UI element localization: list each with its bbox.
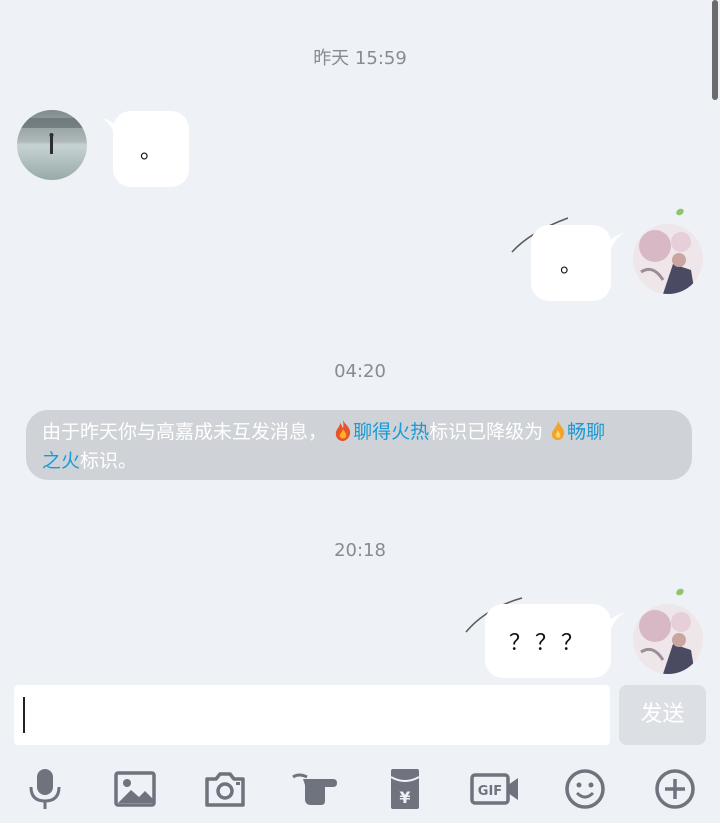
gif-icon[interactable]: GIF bbox=[469, 763, 521, 815]
microphone-icon[interactable] bbox=[19, 763, 71, 815]
contact-avatar[interactable] bbox=[17, 110, 87, 180]
emoji-icon[interactable] bbox=[559, 763, 611, 815]
flame-hot-icon bbox=[335, 420, 351, 441]
message-text: 。 bbox=[559, 253, 582, 278]
svg-text:¥: ¥ bbox=[399, 788, 410, 807]
notice-suffix: 标识。 bbox=[80, 450, 138, 472]
leaf-decoration bbox=[675, 587, 685, 597]
bubble-tail bbox=[604, 612, 626, 632]
flame-small-icon bbox=[551, 421, 565, 440]
timestamp: 昨天 15:59 bbox=[313, 48, 407, 69]
red-packet-icon[interactable]: ¥ bbox=[379, 763, 431, 815]
user-avatar[interactable] bbox=[633, 604, 703, 674]
camera-icon[interactable] bbox=[199, 763, 251, 815]
notice-middle: 标识已降级为 bbox=[429, 421, 544, 443]
poke-hand-icon[interactable] bbox=[289, 763, 341, 815]
message-bubble[interactable]: 。 bbox=[531, 225, 611, 301]
message-text: 。 bbox=[139, 139, 162, 164]
system-notice: 由于昨天你与高嘉成未互发消息， 聊得火热标识已降级为 畅聊之火标识。 bbox=[26, 410, 692, 480]
timestamp: 04:20 bbox=[334, 361, 386, 382]
message-text: ？？？ bbox=[508, 631, 587, 656]
notice-level-from: 聊得火热 bbox=[353, 421, 430, 443]
plus-icon[interactable] bbox=[649, 763, 701, 815]
message-bubble[interactable]: 。 bbox=[113, 111, 189, 187]
leaf-decoration bbox=[675, 207, 685, 217]
notice-level-to: 畅聊 bbox=[567, 421, 606, 443]
image-icon[interactable] bbox=[109, 763, 161, 815]
timestamp: 20:18 bbox=[334, 540, 386, 561]
notice-level-to-cont: 之火 bbox=[42, 450, 81, 472]
message-bubble[interactable]: ？？？ bbox=[485, 604, 611, 678]
svg-text:GIF: GIF bbox=[478, 784, 502, 799]
text-caret bbox=[23, 697, 25, 733]
message-input[interactable] bbox=[14, 685, 610, 745]
notice-prefix: 由于昨天你与高嘉成未互发消息， bbox=[42, 421, 328, 443]
bubble-tail bbox=[604, 232, 626, 252]
send-button[interactable]: 发送 bbox=[619, 685, 706, 745]
user-avatar[interactable] bbox=[633, 224, 703, 294]
